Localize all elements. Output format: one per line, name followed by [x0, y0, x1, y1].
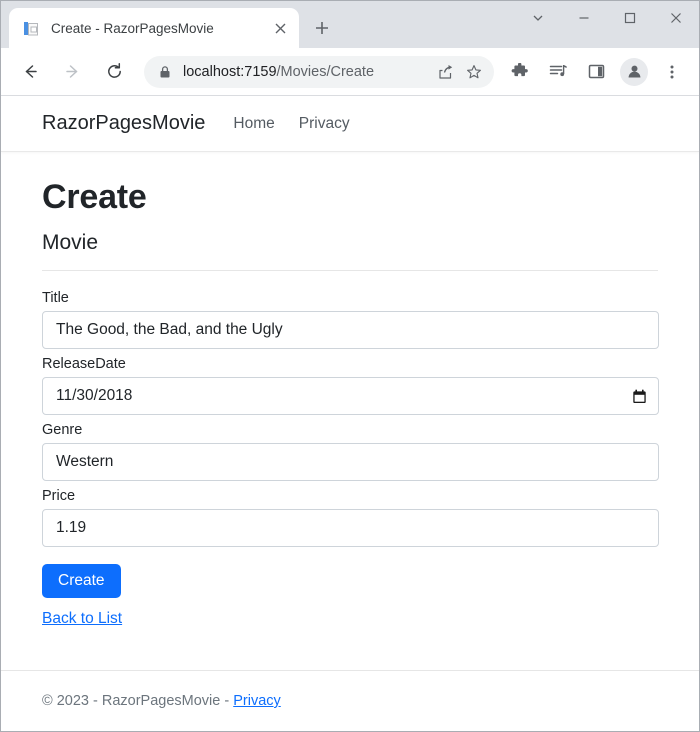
input-genre[interactable]: Western: [42, 443, 659, 481]
bookmark-star-icon[interactable]: [460, 58, 488, 86]
nav-link-home[interactable]: Home: [233, 115, 274, 133]
extensions-puzzle-icon[interactable]: [505, 57, 535, 87]
site-footer: © 2023 - RazorPagesMovie - Privacy: [1, 670, 699, 731]
reload-icon[interactable]: [98, 56, 130, 88]
three-dot-menu-icon[interactable]: [657, 57, 687, 87]
profile-avatar[interactable]: [620, 57, 648, 86]
label-price: Price: [42, 488, 76, 504]
window-close-icon[interactable]: [653, 1, 699, 35]
forward-arrow-icon[interactable]: [56, 56, 88, 88]
tab-strip: Create - RazorPagesMovie: [1, 8, 339, 48]
new-tab-button[interactable]: [305, 11, 339, 45]
input-releasedate-value: 11/30/2018: [56, 387, 133, 404]
browser-window: Create - RazorPagesMovie localhost:7159/…: [0, 0, 700, 732]
page-title: Create: [42, 178, 147, 216]
back-arrow-icon[interactable]: [14, 56, 46, 88]
address-bar[interactable]: localhost:7159/Movies/Create: [144, 55, 494, 88]
tab-title: Create - RazorPagesMovie: [51, 20, 214, 36]
media-control-icon[interactable]: [543, 57, 573, 87]
field-group-price: Price 1.19: [42, 488, 659, 547]
input-title-value: The Good, the Bad, and the Ugly: [56, 321, 283, 338]
razor-page-document-icon: [23, 20, 40, 37]
footer-copyright: © 2023 - RazorPagesMovie -: [42, 693, 234, 709]
url-text[interactable]: localhost:7159/Movies/Create: [183, 64, 432, 80]
input-releasedate[interactable]: 11/30/2018: [42, 377, 659, 415]
browser-tab[interactable]: Create - RazorPagesMovie: [9, 8, 299, 48]
label-genre: Genre: [42, 422, 83, 438]
minimize-icon[interactable]: [561, 1, 607, 35]
movie-create-form: Title The Good, the Bad, and the Ugly Re…: [42, 290, 659, 628]
chevron-down-icon[interactable]: [515, 1, 561, 35]
site-navbar: RazorPagesMovie Home Privacy: [1, 96, 699, 152]
label-title: Title: [42, 290, 69, 306]
back-to-list-link[interactable]: Back to List: [42, 610, 122, 628]
form-subtitle: Movie: [42, 231, 99, 254]
share-icon[interactable]: [432, 58, 460, 86]
input-title[interactable]: The Good, the Bad, and the Ugly: [42, 311, 659, 349]
url-host: localhost:7159: [183, 63, 277, 80]
create-button[interactable]: Create: [42, 564, 121, 598]
nav-link-privacy[interactable]: Privacy: [299, 115, 350, 133]
maximize-icon[interactable]: [607, 1, 653, 35]
site-nav-links: Home Privacy: [233, 115, 349, 133]
input-genre-value: Western: [56, 453, 114, 470]
field-group-releasedate: ReleaseDate 11/30/2018: [42, 356, 659, 415]
label-releasedate: ReleaseDate: [42, 356, 126, 372]
footer-privacy-link[interactable]: Privacy: [233, 693, 281, 709]
browser-toolbar: localhost:7159/Movies/Create: [1, 48, 699, 96]
browser-titlebar: Create - RazorPagesMovie: [1, 1, 699, 48]
side-panel-icon[interactable]: [581, 57, 611, 87]
site-information-lock-icon[interactable]: [158, 65, 172, 79]
page-body: Create Movie Title The Good, the Bad, an…: [1, 152, 699, 670]
calendar-icon[interactable]: [632, 389, 647, 404]
field-group-genre: Genre Western: [42, 422, 659, 481]
window-controls: [515, 1, 699, 35]
page-viewport: RazorPagesMovie Home Privacy Create Movi…: [1, 96, 699, 731]
input-price-value: 1.19: [56, 519, 87, 536]
form-actions: Create: [42, 554, 659, 598]
input-price[interactable]: 1.19: [42, 509, 659, 547]
back-link-row: Back to List: [42, 598, 659, 628]
close-icon[interactable]: [269, 17, 291, 39]
site-brand[interactable]: RazorPagesMovie: [42, 112, 205, 135]
field-group-title: Title The Good, the Bad, and the Ugly: [42, 290, 659, 349]
url-path: /Movies/Create: [276, 63, 375, 80]
section-divider: [42, 270, 658, 271]
